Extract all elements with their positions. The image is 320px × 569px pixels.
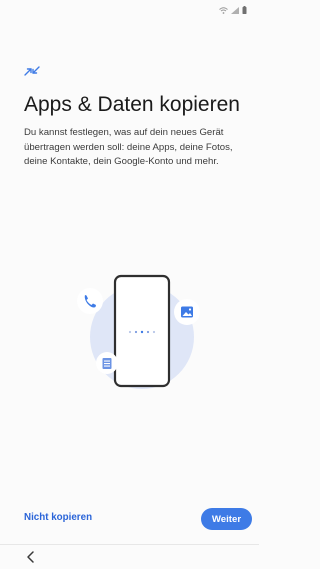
transfer-illustration (77, 274, 200, 389)
battery-icon (242, 6, 247, 14)
page-title: Apps & Daten kopieren (24, 93, 240, 116)
chevron-left-icon[interactable] (23, 549, 39, 565)
signal-icon (231, 6, 239, 14)
status-icons (219, 6, 247, 14)
skip-copy-button[interactable]: Nicht kopieren (24, 512, 92, 523)
phone-call-icon (77, 288, 103, 314)
image-icon (174, 299, 200, 325)
document-icon (96, 352, 118, 374)
wifi-icon (219, 6, 228, 14)
smartphone-icon (113, 274, 171, 388)
nav-divider (0, 544, 259, 545)
page-description: Du kannst festlegen, was auf dein neues … (24, 127, 233, 167)
status-bar (0, 0, 259, 18)
transfer-arrows-icon (24, 66, 40, 76)
next-button[interactable]: Weiter (201, 508, 252, 530)
